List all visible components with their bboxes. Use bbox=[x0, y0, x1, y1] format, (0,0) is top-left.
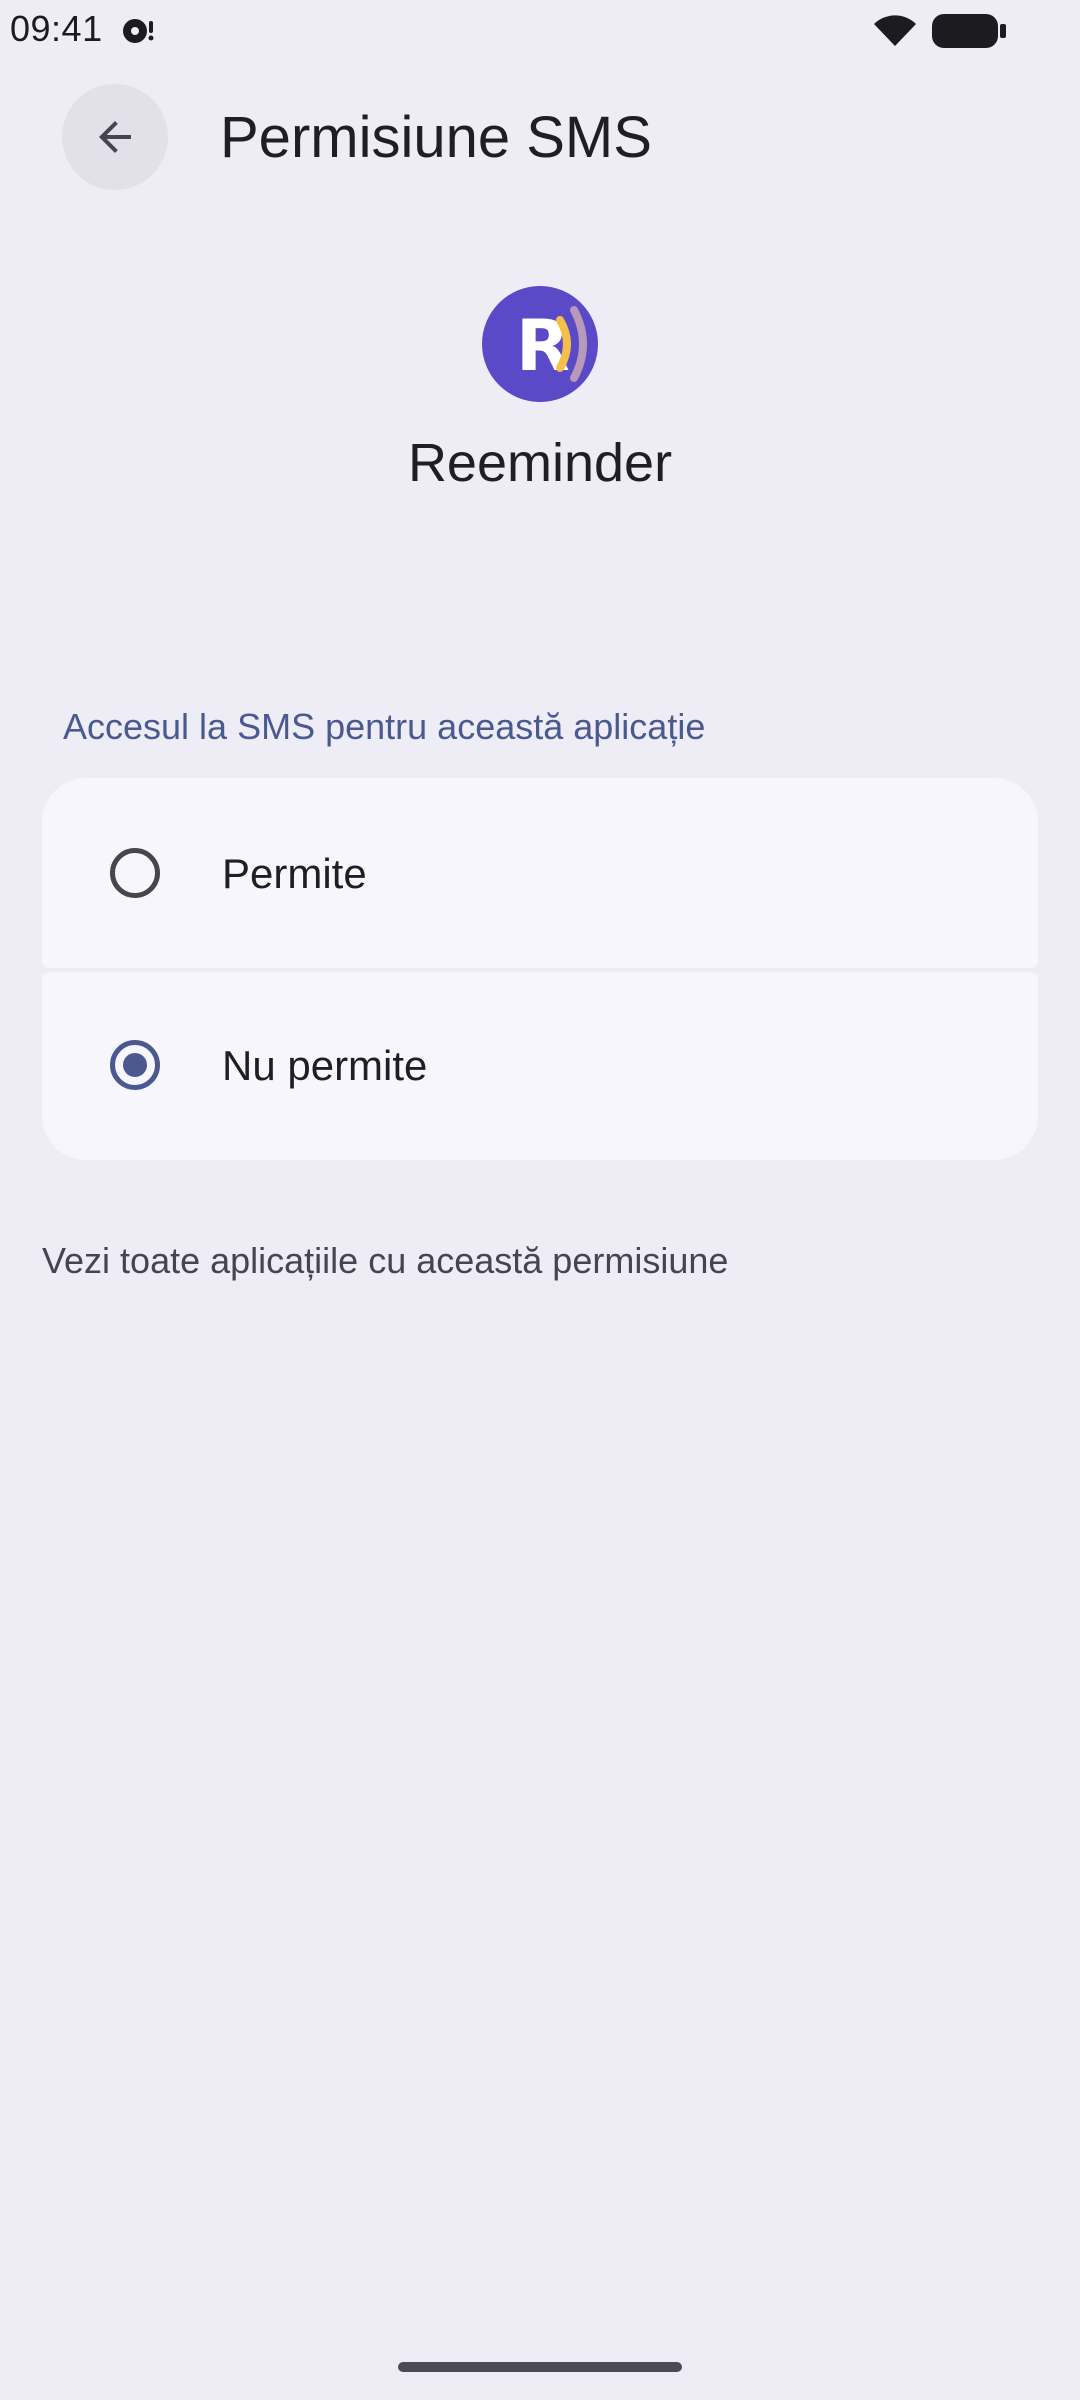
see-all-apps-link[interactable]: Vezi toate aplicațiile cu această permis… bbox=[42, 1240, 728, 1282]
section-label: Accesul la SMS pentru această aplicație bbox=[63, 706, 706, 747]
wifi-icon bbox=[872, 12, 918, 48]
battery-icon bbox=[932, 14, 1008, 48]
reeminder-app-icon: R bbox=[482, 286, 598, 402]
page-title: Permisiune SMS bbox=[220, 105, 652, 170]
option-label: Nu permite bbox=[222, 1042, 428, 1089]
app-header: R Reeminder bbox=[0, 286, 1080, 506]
status-time: 09:41 bbox=[10, 8, 103, 49]
option-allow[interactable]: Permite bbox=[42, 778, 1038, 968]
option-label: Permite bbox=[222, 850, 367, 897]
status-bar: 09:41 bbox=[0, 0, 1080, 60]
arrow-back-icon bbox=[99, 121, 131, 153]
back-button[interactable] bbox=[62, 84, 168, 190]
gesture-navigation-bar[interactable] bbox=[398, 2362, 682, 2372]
radio-dot bbox=[123, 1053, 147, 1077]
app-bar: Permisiune SMS bbox=[0, 80, 1080, 192]
radio-button-unchecked[interactable] bbox=[110, 848, 160, 898]
radio-button-checked[interactable] bbox=[110, 1040, 160, 1090]
app-name: Reeminder bbox=[407, 433, 673, 493]
notification-icon bbox=[120, 14, 156, 46]
option-deny[interactable]: Nu permite bbox=[42, 972, 1038, 1160]
